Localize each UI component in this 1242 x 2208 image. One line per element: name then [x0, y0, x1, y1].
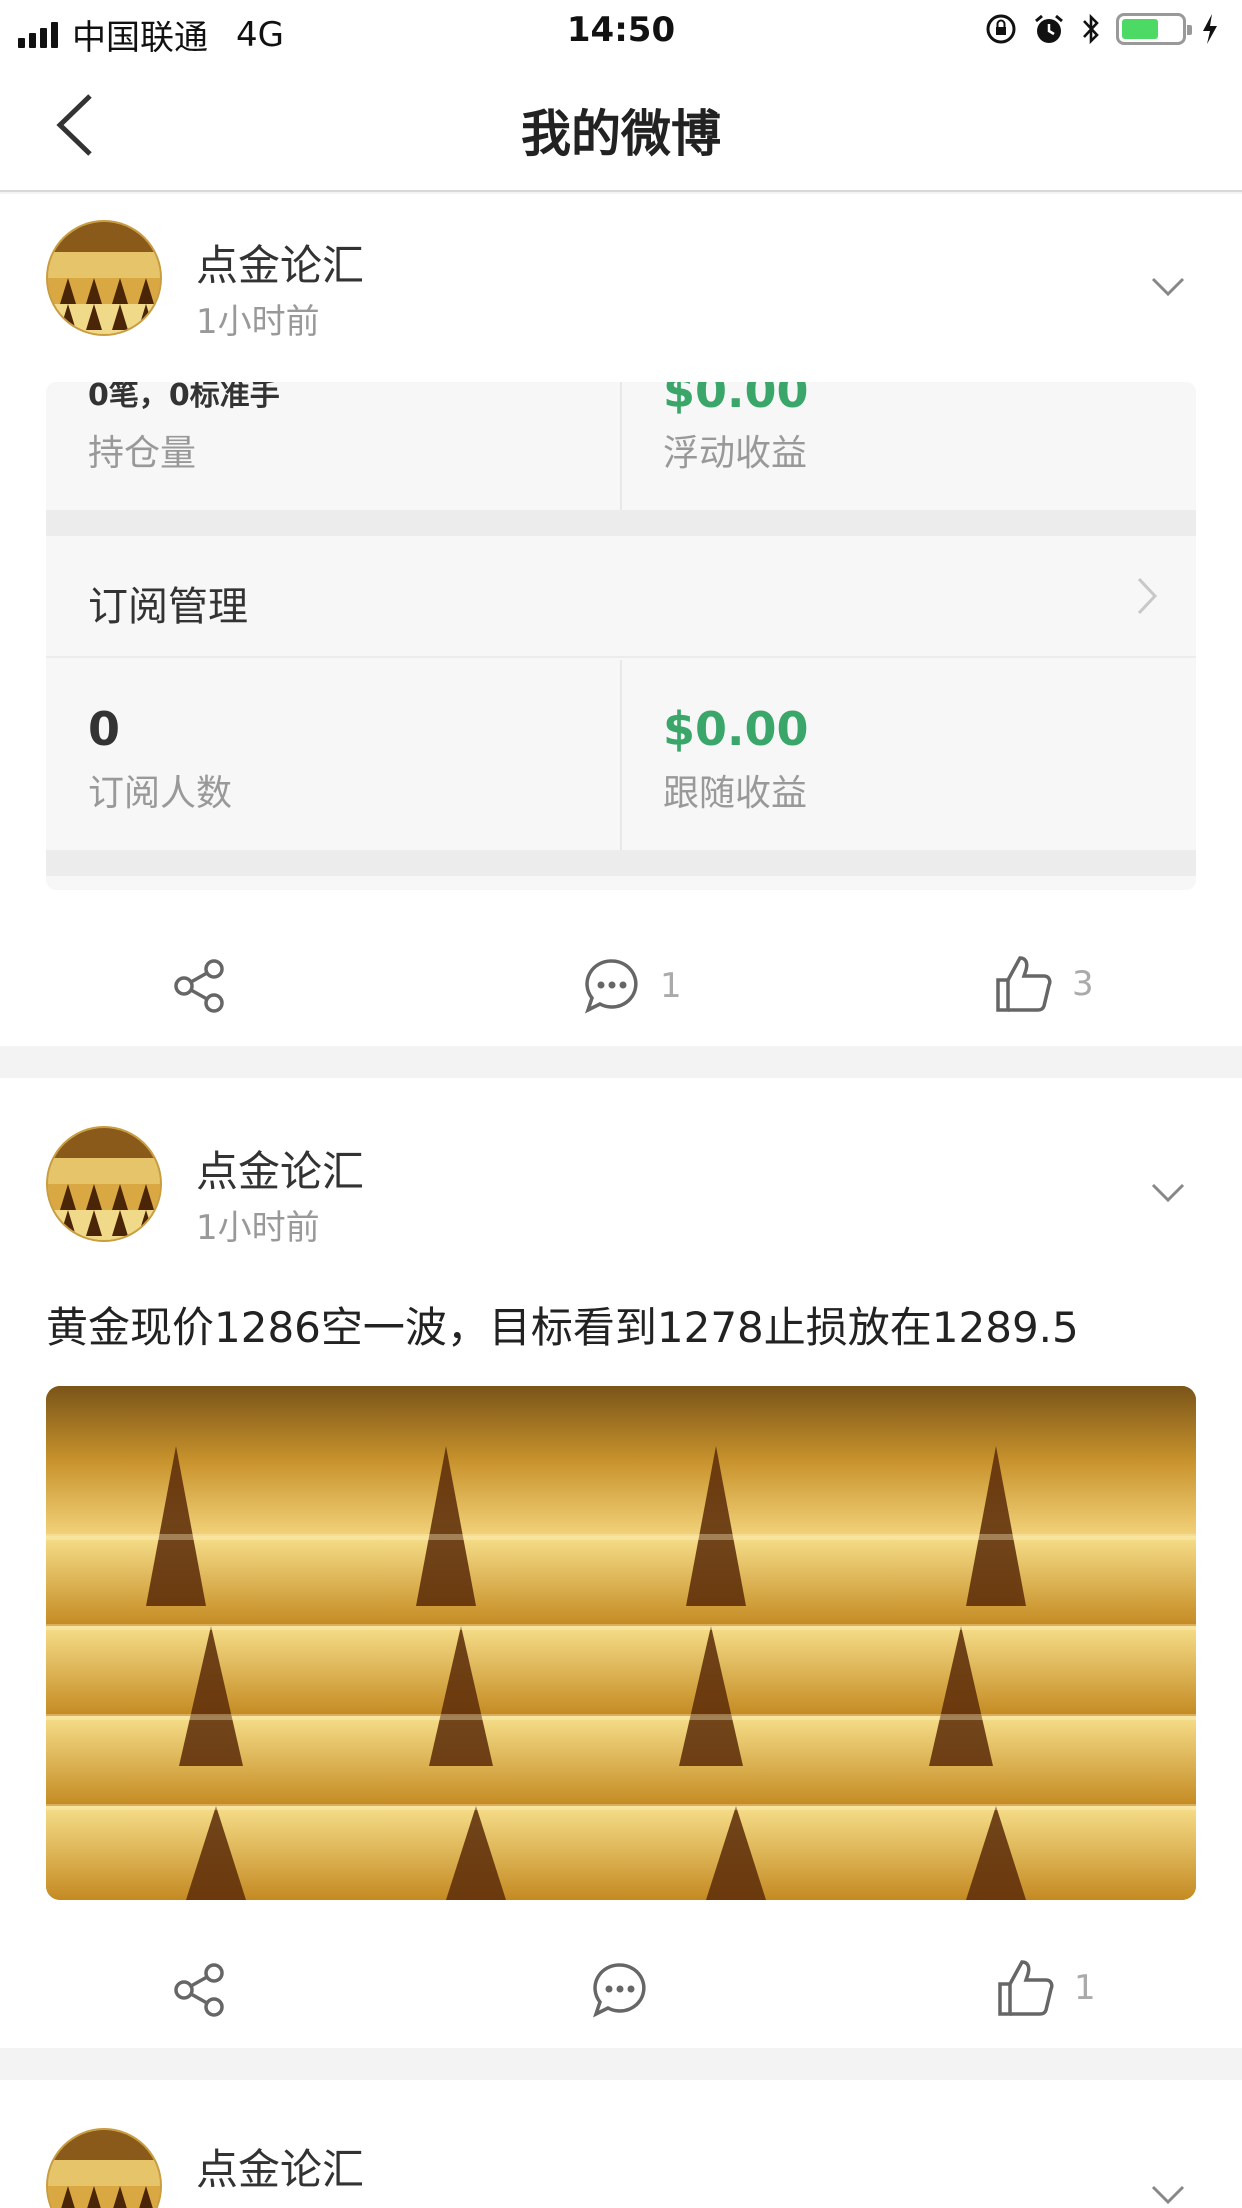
status-bar: 中国联通 4G 14:50: [0, 0, 1242, 62]
trading-stats-panel: 0笔，0标准手 持仓量 $0.00 浮动收益 订阅管理 0 订阅人数 $0.00: [46, 382, 1196, 890]
holdings-value: 0笔，0标准手: [88, 382, 280, 413]
thumbs-up-icon: [996, 956, 1052, 1012]
thumbs-up-icon: [998, 1960, 1054, 2016]
battery-icon: [1116, 13, 1192, 45]
subscribers-row: 0 订阅人数 $0.00 跟随收益: [46, 660, 1196, 850]
comment-count: 1: [660, 966, 682, 1006]
comment-icon: [593, 1963, 646, 2018]
follow-profit-value: $0.00: [663, 702, 809, 756]
subscribers-value: 0: [88, 702, 121, 756]
avatar[interactable]: [46, 2128, 162, 2208]
subscription-manage-row[interactable]: 订阅管理: [46, 536, 1196, 658]
share-button[interactable]: [170, 1960, 230, 2020]
holdings-label: 持仓量: [88, 433, 197, 474]
subscribers-label: 订阅人数: [88, 773, 233, 814]
bluetooth-icon: [1083, 13, 1099, 45]
rotation-lock-icon: [986, 14, 1016, 44]
avatar[interactable]: [46, 220, 162, 336]
post-card: 点金论汇 1小时前 黄金现价1286空一波，目标看到1278止损放在1289.5: [0, 1078, 1242, 2048]
share-icon: [174, 959, 224, 1013]
charging-icon: [1203, 14, 1217, 44]
floating-profit-label: 浮动收益: [663, 433, 808, 474]
like-button[interactable]: 3: [994, 954, 1094, 1014]
follow-profit-label: 跟随收益: [663, 773, 808, 814]
chevron-down-icon[interactable]: [1150, 276, 1186, 298]
chevron-down-icon[interactable]: [1150, 1182, 1186, 1204]
post-time: 1小时前: [196, 302, 320, 342]
author-name[interactable]: 点金论汇: [196, 1138, 364, 1199]
gold-bars-image[interactable]: [46, 1386, 1196, 1900]
like-button[interactable]: 1: [996, 1958, 1096, 2018]
like-count: 1: [1074, 1968, 1096, 2008]
share-button[interactable]: [170, 956, 230, 1016]
post-time: 1小时前: [196, 1208, 320, 1248]
subscription-manage-label: 订阅管理: [88, 584, 248, 630]
author-name[interactable]: 点金论汇: [196, 2136, 364, 2197]
nav-bar: 我的微博: [0, 62, 1242, 192]
post-card: 点金论汇: [0, 2080, 1242, 2208]
comment-button[interactable]: 1: [582, 956, 682, 1016]
author-name[interactable]: 点金论汇: [196, 232, 364, 293]
post-text: 黄金现价1286空一波，目标看到1278止损放在1289.5: [46, 1303, 1079, 1352]
chevron-right-icon: [1137, 577, 1158, 615]
avatar[interactable]: [46, 1126, 162, 1242]
alarm-icon: [1035, 14, 1063, 43]
page-title: 我的微博: [521, 105, 721, 163]
floating-profit-value: $0.00: [663, 382, 809, 418]
holdings-row: 0笔，0标准手 持仓量 $0.00 浮动收益: [46, 382, 1196, 510]
post-card: 点金论汇 1小时前 0笔，0标准手 持仓量 $0.00 浮动收益 订阅管理 0: [0, 194, 1242, 1046]
chevron-down-icon[interactable]: [1150, 2184, 1186, 2206]
like-count: 3: [1072, 964, 1094, 1004]
comment-button[interactable]: [590, 1960, 668, 2020]
comment-icon: [585, 959, 638, 1014]
share-icon: [174, 1963, 224, 2017]
